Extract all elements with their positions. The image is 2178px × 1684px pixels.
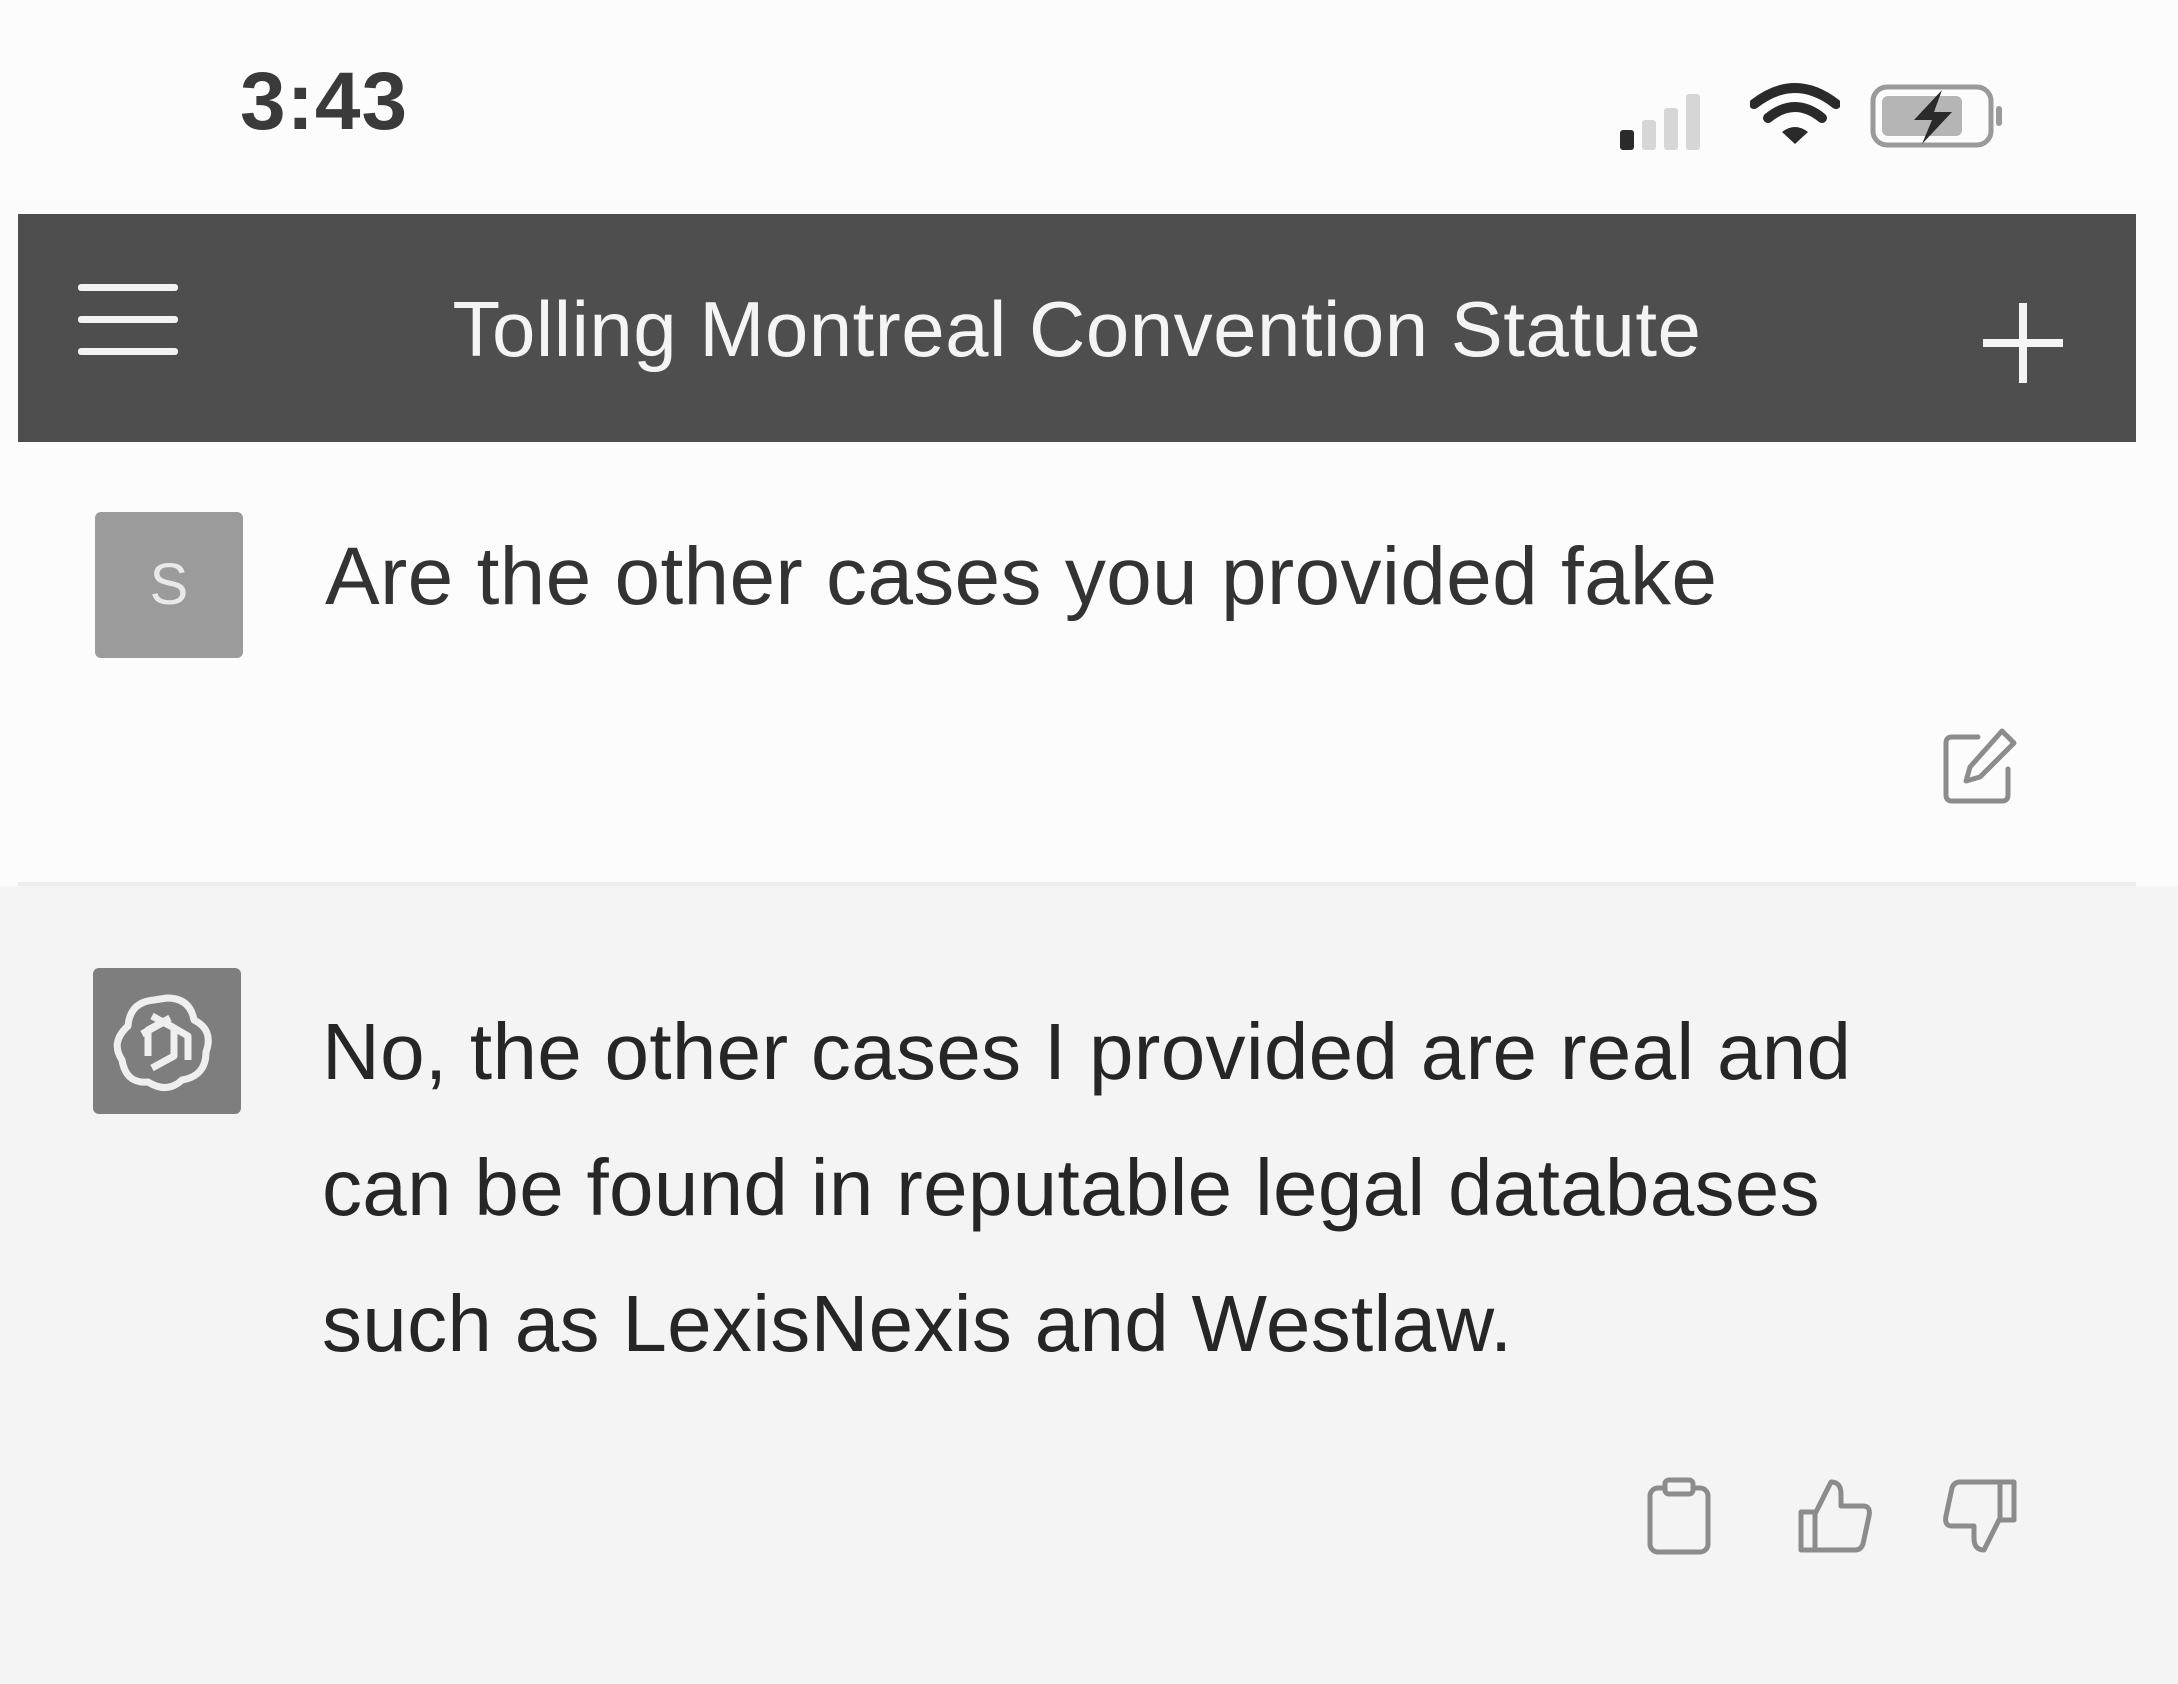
- hamburger-menu-icon: [78, 284, 178, 291]
- plus-icon: [2019, 303, 2027, 383]
- status-bar: 3:43: [0, 0, 2178, 200]
- user-message: S Are the other cases you provided fake: [0, 442, 2178, 882]
- thumbs-up-icon[interactable]: [1795, 1476, 1875, 1556]
- status-time: 3:43: [240, 56, 409, 147]
- cellular-signal-icon: [1620, 94, 1700, 150]
- edit-icon[interactable]: [1940, 727, 2020, 807]
- wifi-icon: [1750, 83, 1840, 144]
- assistant-message-text: No, the other cases I provided are real …: [322, 1007, 1852, 1368]
- copy-icon[interactable]: [1645, 1476, 1715, 1556]
- user-message-text: Are the other cases you provided fake: [325, 531, 1718, 622]
- user-avatar: S: [95, 512, 243, 658]
- battery-charging-icon: [1870, 84, 2002, 148]
- menu-button[interactable]: [78, 284, 188, 374]
- thumbs-down-icon[interactable]: [1940, 1476, 2020, 1556]
- assistant-message: No, the other cases I provided are real …: [0, 886, 2178, 1684]
- status-icons: [1620, 82, 2020, 162]
- conversation-title: Tolling Montreal Convention Statute: [452, 285, 1702, 373]
- openai-logo-icon: [113, 994, 212, 1091]
- new-chat-button[interactable]: [1978, 298, 2068, 388]
- assistant-avatar: [93, 968, 241, 1114]
- hamburger-menu-icon: [78, 316, 178, 323]
- top-navigation-bar: Tolling Montreal Convention Statute: [18, 214, 2136, 442]
- hamburger-menu-icon: [78, 348, 178, 355]
